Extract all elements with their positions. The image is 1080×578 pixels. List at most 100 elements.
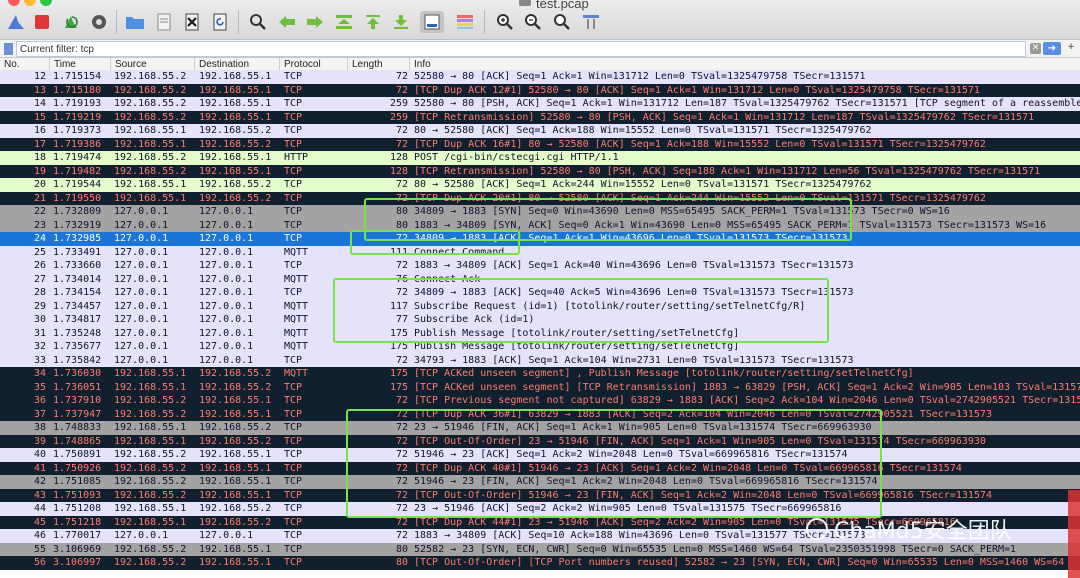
packet-source: 127.0.0.1 [114,530,169,541]
packet-no: 24 [33,233,46,244]
packet-source: 192.168.55.1 [114,503,187,514]
go-forward-icon[interactable] [304,11,326,33]
zoom-reset-icon[interactable] [551,11,573,33]
packet-row[interactable]: 14 1.719193 192.168.55.2 192.168.55.1 TCP 259… [0,97,1080,111]
resize-columns-icon[interactable] [580,11,602,33]
packet-row[interactable]: 34 1.736030 192.168.55.1 192.168.55.2 MQTT 17… [0,367,1080,381]
packet-row[interactable]: 56 3.106997 192.168.55.2 192.168.55.1 TCP 80 [… [0,556,1080,570]
document-icon [519,0,531,6]
packet-list[interactable]: 12 1.715154 192.168.55.2 192.168.55.1 TCP 72 5… [0,70,1080,578]
find-packet-icon[interactable] [247,11,269,33]
stop-capture-icon[interactable] [31,11,53,33]
packet-row[interactable]: 42 1.751085 192.168.55.2 192.168.55.1 TCP 72 5… [0,475,1080,489]
packet-protocol: TCP [284,287,303,298]
packet-row[interactable]: 39 1.748865 192.168.55.1 192.168.55.2 TCP 72 [… [0,434,1080,448]
minimize-window-button[interactable] [24,0,36,6]
packet-row[interactable]: 23 1.732919 127.0.0.1 127.0.0.1 TCP 80 1883 → … [0,218,1080,232]
packet-row[interactable]: 40 1.750891 192.168.55.2 192.168.55.1 TCP 72 5… [0,448,1080,462]
packet-row[interactable]: 26 1.733660 127.0.0.1 127.0.0.1 TCP 72 1883 → … [0,259,1080,273]
packet-row[interactable]: 15 1.719219 192.168.55.2 192.168.55.1 TCP 259… [0,110,1080,124]
packet-row[interactable]: 22 1.732809 127.0.0.1 127.0.0.1 TCP 80 34809 →… [0,205,1080,219]
capture-options-icon[interactable] [88,11,110,33]
packet-row[interactable]: 29 1.734457 127.0.0.1 127.0.0.1 MQTT 117 Subsc… [0,299,1080,313]
packet-length: 72 [395,260,408,271]
packet-info: POST /cgi-bin/cstecgi.cgi HTTP/1.1 [414,152,619,163]
packet-destination: 192.168.55.1 [199,84,272,96]
save-file-icon[interactable] [153,11,175,33]
packet-no: 40 [33,449,46,460]
display-filter-input[interactable] [16,41,1026,57]
packet-time: 1.735248 [53,327,102,339]
packet-protocol: TCP [284,84,303,96]
packet-row[interactable]: 20 1.719544 192.168.55.1 192.168.55.2 TCP 72 8… [0,178,1080,192]
packet-protocol: TCP [284,543,303,555]
packet-row[interactable]: 36 1.737910 192.168.55.2 192.168.55.1 TCP 72 [… [0,394,1080,408]
add-expression-plus-icon[interactable]: + [1064,42,1078,55]
packet-row[interactable]: 35 1.736051 192.168.55.1 192.168.55.2 TCP 175… [0,380,1080,394]
zoom-out-icon[interactable] [522,11,544,33]
clear-filter-icon[interactable]: ✕ [1030,43,1041,54]
packet-info: 34809 → 1883 [ACK] Seq=40 Ack=5 Win=4369… [414,287,854,298]
packet-time: 1.719482 [53,165,102,177]
packet-row[interactable]: 21 1.719550 192.168.55.1 192.168.55.2 TCP 72 [… [0,191,1080,205]
packet-length: 175 [389,381,408,393]
packet-length: 175 [389,341,408,352]
autoscroll-icon[interactable] [420,11,444,33]
packet-destination: 192.168.55.2 [199,381,272,393]
colorize-icon[interactable] [454,11,476,33]
reload-file-icon[interactable] [209,11,231,33]
packet-row[interactable]: 18 1.719474 192.168.55.2 192.168.55.1 HTTP 12… [0,151,1080,165]
packet-row[interactable]: 12 1.715154 192.168.55.2 192.168.55.1 TCP 72 5… [0,70,1080,84]
packet-row[interactable]: 32 1.735677 127.0.0.1 127.0.0.1 MQTT 175 Publi… [0,340,1080,354]
packet-row[interactable]: 13 1.715180 192.168.55.2 192.168.55.1 TCP 72 [… [0,83,1080,97]
packet-info: 23 → 51946 [FIN, ACK] Seq=1 Ack=1 Win=90… [414,422,872,433]
packet-row[interactable]: 38 1.748833 192.168.55.1 192.168.55.2 TCP 72 2… [0,421,1080,435]
go-last-icon[interactable] [390,11,412,33]
packet-row[interactable]: 27 1.734014 127.0.0.1 127.0.0.1 MQTT 76 Connec… [0,272,1080,286]
packet-protocol: TCP [284,503,303,514]
packet-row[interactable]: 17 1.719386 192.168.55.1 192.168.55.2 TCP 72 [… [0,137,1080,151]
packet-row[interactable]: 33 1.735842 127.0.0.1 127.0.0.1 TCP 72 34793 →… [0,353,1080,367]
shark-fin-start-icon[interactable] [5,11,27,33]
packet-info: 52580 → 80 [PSH, ACK] Seq=1 Ack=1 Win=13… [414,98,1080,109]
packet-destination: 192.168.55.1 [199,408,272,420]
zoom-in-icon[interactable] [494,11,516,33]
packet-row[interactable]: 43 1.751093 192.168.55.2 192.168.55.1 TCP 72 [… [0,488,1080,502]
packet-row-selected[interactable]: 24 1.732985 127.0.0.1 127.0.0.1 TCP 72 34809 →… [0,232,1080,246]
packet-time: 1.736051 [53,381,102,393]
packet-source: 192.168.55.2 [114,84,187,96]
packet-protocol: TCP [284,422,303,433]
packet-row[interactable]: 31 1.735248 127.0.0.1 127.0.0.1 MQTT 175 Publi… [0,326,1080,340]
packet-source: 192.168.55.2 [114,165,187,177]
packet-row[interactable]: 19 1.719482 192.168.55.2 192.168.55.1 TCP 128… [0,164,1080,178]
packet-source: 127.0.0.1 [114,300,169,312]
close-file-icon[interactable] [181,11,203,33]
packet-time: 1.719544 [53,179,102,190]
go-first-icon[interactable] [362,11,384,33]
packet-destination: 127.0.0.1 [199,260,254,271]
apply-filter-arrow-icon[interactable]: ➜ [1043,42,1061,55]
restart-capture-icon[interactable] [60,11,82,33]
packet-source: 127.0.0.1 [114,233,169,244]
packet-info: [TCP Out-Of-Order] [TCP Port numbers reu… [414,557,1065,568]
packet-row[interactable]: 28 1.734154 127.0.0.1 127.0.0.1 TCP 72 34809 →… [0,286,1080,300]
packet-no: 32 [33,341,46,352]
packet-row[interactable]: 30 1.734817 127.0.0.1 127.0.0.1 MQTT 77 Subscr… [0,313,1080,327]
bookmark-icon[interactable] [4,43,13,55]
packet-protocol: MQTT [284,314,309,325]
packet-destination: 192.168.55.2 [199,125,272,136]
packet-info: [TCP ACKed unseen segment] [TCP Retransm… [414,381,1080,393]
close-window-button[interactable] [8,0,20,6]
packet-row[interactable]: 41 1.750926 192.168.55.2 192.168.55.1 TCP 72 [… [0,461,1080,475]
go-to-packet-icon[interactable] [333,11,355,33]
go-back-icon[interactable] [276,11,298,33]
packet-list-scroll-overview[interactable] [1068,490,1080,578]
open-file-icon[interactable] [124,11,146,33]
packet-source: 127.0.0.1 [114,246,169,258]
packet-row[interactable]: 37 1.737947 192.168.55.2 192.168.55.1 TCP 72 [… [0,407,1080,421]
packet-length: 72 [395,530,408,541]
zoom-window-button[interactable] [40,0,52,6]
packet-row[interactable]: 25 1.733491 127.0.0.1 127.0.0.1 MQTT 111 Conne… [0,245,1080,259]
packet-row[interactable]: 16 1.719373 192.168.55.1 192.168.55.2 TCP 72 8… [0,124,1080,138]
packet-source: 192.168.55.2 [114,111,187,123]
